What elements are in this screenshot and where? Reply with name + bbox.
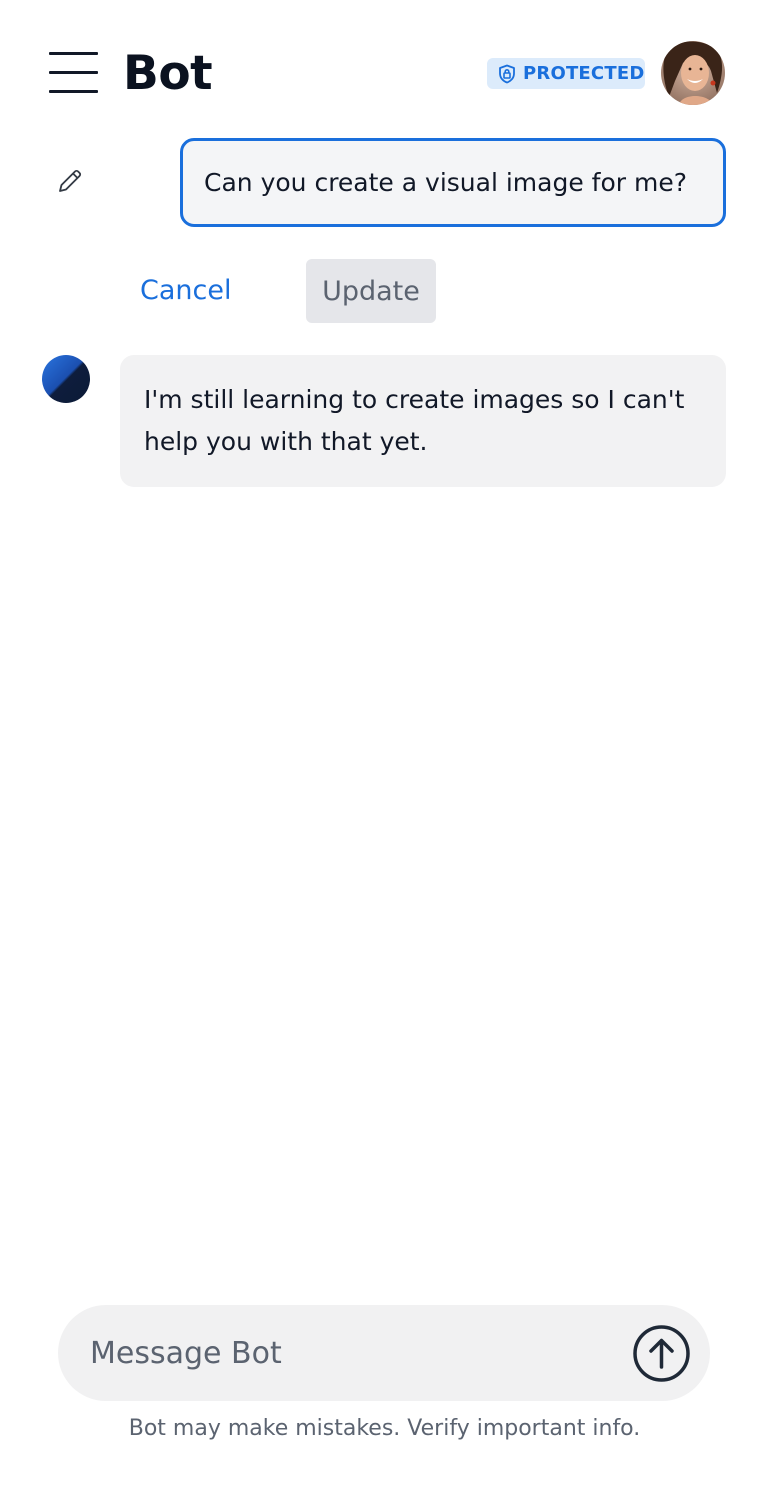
edit-message-input[interactable]: Can you create a visual image for me? bbox=[180, 138, 726, 227]
disclaimer-text: Bot may make mistakes. Verify important … bbox=[128, 1416, 641, 1441]
cancel-button[interactable]: Cancel bbox=[140, 270, 231, 312]
message-input[interactable] bbox=[90, 1305, 610, 1401]
chat-screen: Bot PROTECTED Can you create a visual im… bbox=[0, 0, 769, 1486]
hamburger-menu-icon[interactable] bbox=[49, 52, 99, 94]
bot-avatar bbox=[42, 355, 90, 403]
bot-message: I'm still learning to create images so I… bbox=[120, 355, 726, 487]
pencil-icon bbox=[59, 169, 82, 192]
shield-lock-icon bbox=[499, 64, 515, 83]
message-composer bbox=[58, 1305, 710, 1401]
arrow-up-circle-icon[interactable] bbox=[633, 1325, 690, 1382]
protected-badge: PROTECTED bbox=[487, 58, 645, 89]
user-avatar[interactable] bbox=[661, 41, 725, 105]
badge-label: PROTECTED bbox=[523, 63, 645, 84]
page-title: Bot bbox=[123, 46, 213, 101]
update-button[interactable]: Update bbox=[306, 259, 436, 323]
